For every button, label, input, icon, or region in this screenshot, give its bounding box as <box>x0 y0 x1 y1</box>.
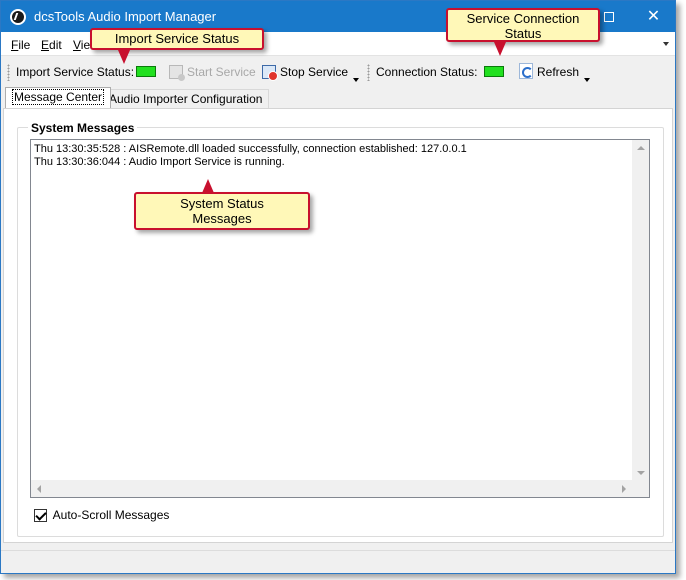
menu-edit[interactable]: Edit <box>41 38 62 52</box>
menu-file[interactable]: File <box>11 38 30 52</box>
auto-scroll-checkbox[interactable] <box>34 509 47 522</box>
app-logo-icon <box>10 9 26 25</box>
tab-audio-importer-configuration[interactable]: Audio Importer Configuration <box>102 89 270 109</box>
close-icon: ✕ <box>646 8 661 25</box>
scroll-up-icon[interactable] <box>637 146 645 150</box>
list-item: Thu 13:30:35:528 : AISRemote.dll loaded … <box>34 143 467 155</box>
stop-service-button[interactable]: Stop Service <box>262 61 360 83</box>
callout-service-connection-status: Service Connection Status <box>446 8 600 56</box>
callout-import-service-status: Import Service Status <box>90 28 264 64</box>
start-service-icon <box>169 65 185 81</box>
close-button[interactable]: ✕ <box>631 1 676 32</box>
scrollbar-corner <box>632 480 649 497</box>
connection-status-indicator <box>484 66 504 77</box>
message-list[interactable]: Thu 13:30:35:528 : AISRemote.dll loaded … <box>30 139 650 498</box>
import-status-label: Import Service Status: <box>16 65 135 79</box>
callout-system-status-messages: System Status Messages <box>134 179 310 230</box>
refresh-button[interactable]: Refresh <box>519 61 591 83</box>
chevron-down-icon[interactable] <box>353 78 360 82</box>
tab-strip: Message Center Audio Importer Configurat… <box>1 87 675 109</box>
stop-service-icon <box>262 65 278 81</box>
import-status-indicator <box>136 66 156 77</box>
maximize-icon <box>603 12 614 23</box>
scroll-down-icon[interactable] <box>637 471 645 475</box>
tab-message-center[interactable]: Message Center <box>5 87 112 108</box>
connection-status-label: Connection Status: <box>376 65 478 79</box>
app-window: dcsTools Audio Import Manager ✕ File Edi… <box>0 0 676 574</box>
menu-overflow-icon[interactable] <box>663 42 669 46</box>
toolbar: Import Service Status: Start Service Sto… <box>1 57 675 87</box>
start-service-button[interactable]: Start Service <box>169 61 256 83</box>
scroll-left-icon[interactable] <box>37 485 41 493</box>
chevron-down-icon[interactable] <box>584 78 591 82</box>
scroll-right-icon[interactable] <box>622 485 626 493</box>
auto-scroll-toggle[interactable]: Auto-Scroll Messages <box>34 508 169 524</box>
group-title: System Messages <box>28 121 138 135</box>
status-bar <box>1 550 675 573</box>
refresh-icon <box>519 63 533 79</box>
horizontal-scrollbar[interactable] <box>31 480 632 497</box>
auto-scroll-label: Auto-Scroll Messages <box>52 508 170 522</box>
menu-view[interactable]: Vie <box>73 38 90 52</box>
window-title: dcsTools Audio Import Manager <box>34 9 217 24</box>
toolbar-grip[interactable] <box>7 64 10 81</box>
toolbar-grip[interactable] <box>367 64 370 81</box>
vertical-scrollbar[interactable] <box>632 140 649 481</box>
list-item: Thu 13:30:36:044 : Audio Import Service … <box>34 156 285 168</box>
